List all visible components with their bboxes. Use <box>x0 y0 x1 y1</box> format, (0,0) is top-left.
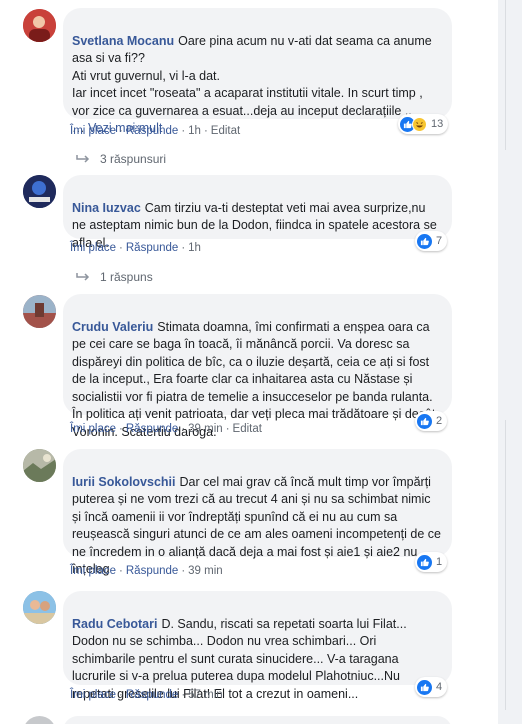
comment-actions: Îmi place · Răspunde · 1h <box>70 242 201 254</box>
replies-count: 3 răspunsuri <box>100 152 167 166</box>
reply-button[interactable]: Răspunde <box>126 125 178 137</box>
comment-author[interactable]: Svetlana Mocanu <box>72 34 174 48</box>
comments-panel: Svetlana Mocanu Oare pina acum nu v-ati d… <box>0 0 498 724</box>
comment-author[interactable]: Radu Cebotari <box>72 617 157 631</box>
like-button[interactable]: Îmi place <box>70 423 116 435</box>
comment-bubble <box>63 716 452 724</box>
comment-time[interactable]: 1h <box>188 242 201 254</box>
comment-time[interactable]: 39 min <box>188 423 223 435</box>
comment-text: Oare pina acum nu v-ati dat seama ca anu… <box>72 33 432 136</box>
reaction-summary[interactable]: 2 <box>415 411 448 431</box>
comment-author[interactable]: Nina Iuzvac <box>72 201 141 215</box>
comment-author[interactable]: Crudu Valeriu <box>72 320 153 334</box>
view-replies-button[interactable]: 1 răspuns <box>76 270 153 284</box>
avatar-image <box>23 591 56 624</box>
comment-actions: Îmi place · Răspunde · 39 min · Editat <box>70 423 262 435</box>
reply-button[interactable]: Răspunde <box>126 423 178 435</box>
comment-time[interactable]: 1h <box>188 125 201 137</box>
reply-button[interactable]: Răspunde <box>126 565 178 577</box>
reply-button[interactable]: Răspunde <box>126 689 178 701</box>
reaction-count: 4 <box>436 681 443 693</box>
avatar[interactable] <box>23 716 56 724</box>
edited-label: Editat <box>232 423 262 435</box>
reply-arrow-icon <box>76 273 90 281</box>
comment-actions: Îmi place · Răspunde · 1h · Editat <box>70 125 241 137</box>
avatar-image <box>23 449 56 482</box>
comment-text: Dar cel mai grav că încă mult timp vor î… <box>72 474 441 577</box>
comment-bubble: Svetlana Mocanu Oare pina acum nu v-ati d… <box>63 8 452 135</box>
scrollbar-track[interactable] <box>505 0 522 724</box>
avatar[interactable] <box>23 175 56 208</box>
reply-arrow-icon <box>76 155 90 163</box>
like-reaction-icon <box>417 413 432 429</box>
avatar[interactable] <box>23 591 56 624</box>
avatar-image <box>23 9 56 42</box>
comment-bubble: Crudu Valeriu Stimata doamna, îmi confirm… <box>63 294 452 439</box>
haha-reaction-icon <box>412 116 427 132</box>
avatar-image <box>23 295 56 328</box>
comment-bubble: Radu Cebotari D. Sandu, riscati sa repeta… <box>63 591 452 701</box>
divider <box>505 420 506 710</box>
reply-button[interactable]: Răspunde <box>126 242 178 254</box>
comment-actions: Îmi place · Răspunde · 57 min <box>70 689 223 701</box>
comment-bubble: Nina Iuzvac Cam tirziu va-ti desteptat ve… <box>63 175 452 250</box>
reaction-summary[interactable]: 1 <box>415 552 448 572</box>
like-button[interactable]: Îmi place <box>70 565 116 577</box>
reaction-summary[interactable]: 13 <box>398 114 449 134</box>
divider <box>505 0 506 150</box>
avatar-image <box>23 175 56 208</box>
comment-actions: Îmi place · Răspunde · 39 min <box>70 565 223 577</box>
reaction-count: 1 <box>436 556 443 568</box>
reaction-summary[interactable]: 4 <box>415 677 448 697</box>
like-button[interactable]: Îmi place <box>70 125 116 137</box>
comment-time[interactable]: 39 min <box>188 565 223 577</box>
comment-text: Stimata doamna, îmi confirmati a enșpea … <box>72 319 436 439</box>
reaction-count: 2 <box>436 415 443 427</box>
view-replies-button[interactable]: 3 răspunsuri <box>76 152 166 166</box>
comment-bubble: Iurii Sokolovschii Dar cel mai grav că în… <box>63 449 452 576</box>
reaction-count: 7 <box>436 235 443 247</box>
edited-label: Editat <box>210 125 241 137</box>
reaction-summary[interactable]: 7 <box>415 231 448 251</box>
avatar[interactable] <box>23 9 56 42</box>
like-reaction-icon <box>417 679 432 695</box>
replies-count: 1 răspuns <box>100 270 153 284</box>
avatar[interactable] <box>23 449 56 482</box>
like-reaction-icon <box>417 554 432 570</box>
like-reaction-icon <box>417 233 432 249</box>
reaction-count: 13 <box>431 118 444 130</box>
avatar[interactable] <box>23 295 56 328</box>
like-button[interactable]: Îmi place <box>70 689 116 701</box>
comment-author[interactable]: Iurii Sokolovschii <box>72 475 176 489</box>
comment-time[interactable]: 57 min <box>188 689 223 701</box>
like-button[interactable]: Îmi place <box>70 242 116 254</box>
